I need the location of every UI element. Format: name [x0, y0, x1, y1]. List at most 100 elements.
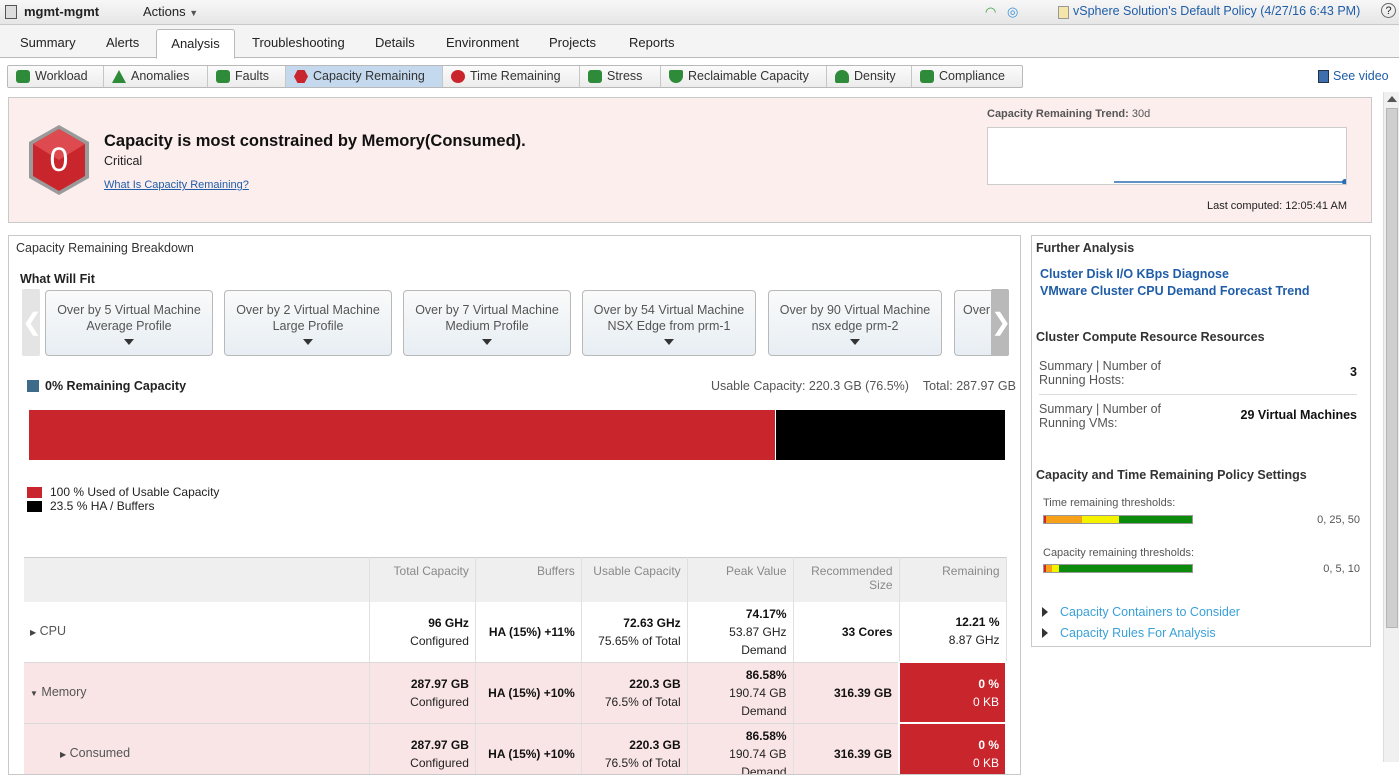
peak-value: 74.17%: [694, 605, 787, 623]
used-capacity-segment[interactable]: [29, 410, 776, 460]
main-tabs: Summary Alerts Analysis Troubleshooting …: [0, 25, 1399, 58]
scroll-up-arrow[interactable]: [1387, 96, 1397, 102]
table-row[interactable]: ▶ Consumed 287.97 GBConfigured HA (15%) …: [24, 723, 1006, 775]
capacity-containers-expander[interactable]: Capacity Containers to Consider: [1042, 605, 1240, 619]
subtab-compliance[interactable]: Compliance: [912, 66, 1022, 87]
carousel-next-button[interactable]: ❯: [991, 289, 1009, 356]
see-video-label: See video: [1333, 69, 1389, 83]
remaining-sub: 0 KB: [906, 754, 999, 772]
remaining-value: 0 %: [906, 675, 999, 693]
object-name: mgmt-mgmt: [24, 4, 99, 19]
carousel-prev-button[interactable]: ❮: [22, 289, 40, 356]
peak-sub2: Demand: [694, 702, 787, 720]
fit-card-profile: Medium Profile: [404, 319, 570, 333]
col-peak-value[interactable]: Peak Value: [687, 558, 793, 602]
subtab-label: Anomalies: [131, 66, 189, 87]
total-sub: Configured: [376, 754, 469, 772]
help-icon[interactable]: ?: [1381, 3, 1396, 18]
tab-reports[interactable]: Reports: [615, 29, 689, 58]
collapse-arrow-icon[interactable]: ▼: [30, 689, 38, 698]
peak-cell: 86.58%190.74 GBDemand: [687, 662, 793, 723]
trend-sparkline[interactable]: [987, 127, 1347, 185]
actions-menu[interactable]: Actions ▼: [143, 4, 198, 19]
remaining-sub: 8.87 GHz: [906, 631, 1000, 649]
fit-card[interactable]: Over by 90 Virtual Machinensx edge prm-2: [768, 290, 942, 356]
usable-total-capacity: Usable Capacity: 220.3 GB (76.5%) Total:…: [609, 379, 1016, 393]
table-row[interactable]: ▼ Memory 287.97 GBConfigured HA (15%) +1…: [24, 662, 1006, 723]
ha-buffers-segment[interactable]: [776, 410, 1005, 460]
stress-icon: [588, 70, 602, 83]
fit-card[interactable]: Over by 2 Virtual MachineLarge Profile: [224, 290, 392, 356]
badge-value: 0: [50, 141, 69, 179]
row-name-cell[interactable]: ▶ CPU: [24, 602, 369, 663]
remaining-cell: 12.21 %8.87 GHz: [899, 602, 1006, 663]
fit-card[interactable]: Over by 7 Virtual Machine Medium Profile: [403, 290, 571, 356]
col-recommended-size[interactable]: Recommended Size: [793, 558, 899, 602]
capacity-bar[interactable]: [29, 410, 1005, 460]
running-vms: Summary | Number of Running VMs: 29 Virt…: [1039, 402, 1357, 438]
subtab-faults[interactable]: Faults: [208, 66, 286, 87]
usable-sub: 76.5% of Total: [588, 693, 681, 711]
scrollbar-thumb[interactable]: [1386, 108, 1398, 628]
row-name-cell[interactable]: ▼ Memory: [24, 662, 369, 723]
subtab-capacity-remaining[interactable]: Capacity Remaining: [286, 66, 443, 87]
target-icon[interactable]: ◎: [1007, 4, 1018, 20]
recommended-cell: 33 Cores: [793, 602, 899, 663]
subtab-stress[interactable]: Stress: [580, 66, 661, 87]
peak-sub2: Demand: [694, 641, 787, 659]
col-remaining[interactable]: Remaining: [899, 558, 1006, 602]
subtab-density[interactable]: Density: [827, 66, 912, 87]
further-link[interactable]: VMware Cluster CPU Demand Forecast Trend: [1040, 284, 1310, 298]
subtab-workload[interactable]: Workload: [8, 66, 104, 87]
threshold-yellow-segment: [1082, 516, 1119, 523]
policy-link[interactable]: vSphere Solution's Default Policy (4/27/…: [1073, 4, 1360, 18]
buffers-cell: HA (15%) +10%: [475, 662, 581, 723]
expand-arrow-icon[interactable]: ▶: [30, 628, 36, 637]
subtab-reclaimable-capacity[interactable]: Reclaimable Capacity: [661, 66, 827, 87]
see-video-link[interactable]: See video: [1318, 69, 1389, 83]
tab-troubleshooting[interactable]: Troubleshooting: [238, 29, 359, 58]
threshold-green-segment: [1119, 516, 1192, 523]
trend-period: 30d: [1132, 108, 1150, 120]
row-name: Consumed: [70, 746, 130, 760]
expander-label: Capacity Rules For Analysis: [1060, 626, 1216, 640]
subtab-anomalies[interactable]: Anomalies: [104, 66, 208, 87]
fit-card-count: Over by 7 Virtual Machine: [404, 303, 570, 317]
legend-used-text: 100 % Used of Usable Capacity: [50, 485, 219, 499]
tab-environment[interactable]: Environment: [432, 29, 533, 58]
page-scrollbar[interactable]: [1383, 92, 1399, 762]
tab-projects[interactable]: Projects: [535, 29, 610, 58]
legend-buffers: 23.5 % HA / Buffers: [27, 499, 219, 513]
fit-card[interactable]: Over by 5 Virtual MachineAverage Profile: [45, 290, 213, 356]
used-swatch: [27, 487, 42, 498]
kv-value: 29 Virtual Machines: [1241, 408, 1358, 422]
total-cell: 287.97 GBConfigured: [369, 723, 475, 775]
wifi-icon[interactable]: ◠: [985, 4, 996, 20]
expand-triangle-icon: [1042, 607, 1048, 617]
usable-sub: 76.5% of Total: [588, 754, 681, 772]
actions-label: Actions: [143, 4, 186, 19]
col-buffers[interactable]: Buffers: [475, 558, 581, 602]
fit-card[interactable]: Over by 54 Virtual MachineNSX Edge from …: [582, 290, 756, 356]
caret-down-icon: [482, 339, 492, 345]
table-row[interactable]: ▶ CPU 96 GHzConfigured HA (15%) +11% 72.…: [24, 602, 1006, 663]
capacity-rules-expander[interactable]: Capacity Rules For Analysis: [1042, 626, 1216, 640]
fit-card-count: Over by 2 Virtual Machine: [225, 303, 391, 317]
tab-alerts[interactable]: Alerts: [92, 29, 153, 58]
further-link[interactable]: Cluster Disk I/O KBps Diagnose: [1040, 267, 1229, 281]
tab-details[interactable]: Details: [361, 29, 429, 58]
capacity-remaining-icon: [294, 70, 308, 83]
col-usable-capacity[interactable]: Usable Capacity: [581, 558, 687, 602]
what-is-capacity-remaining-link[interactable]: What Is Capacity Remaining?: [104, 179, 249, 191]
fit-card-count: Over by 90 Virtual Machine: [769, 303, 941, 317]
chevron-down-icon: ▼: [189, 8, 198, 18]
col-total-capacity[interactable]: Total Capacity: [369, 558, 475, 602]
subtab-time-remaining[interactable]: Time Remaining: [443, 66, 580, 87]
tab-analysis[interactable]: Analysis: [156, 29, 235, 59]
trend-label-text: Capacity Remaining Trend:: [987, 108, 1129, 120]
kv-key2: Running Hosts:: [1039, 373, 1357, 387]
expand-arrow-icon[interactable]: ▶: [60, 750, 66, 759]
row-name-cell[interactable]: ▶ Consumed: [24, 723, 369, 775]
capacity-table: Total Capacity Buffers Usable Capacity P…: [24, 557, 1007, 775]
tab-summary[interactable]: Summary: [6, 29, 90, 58]
